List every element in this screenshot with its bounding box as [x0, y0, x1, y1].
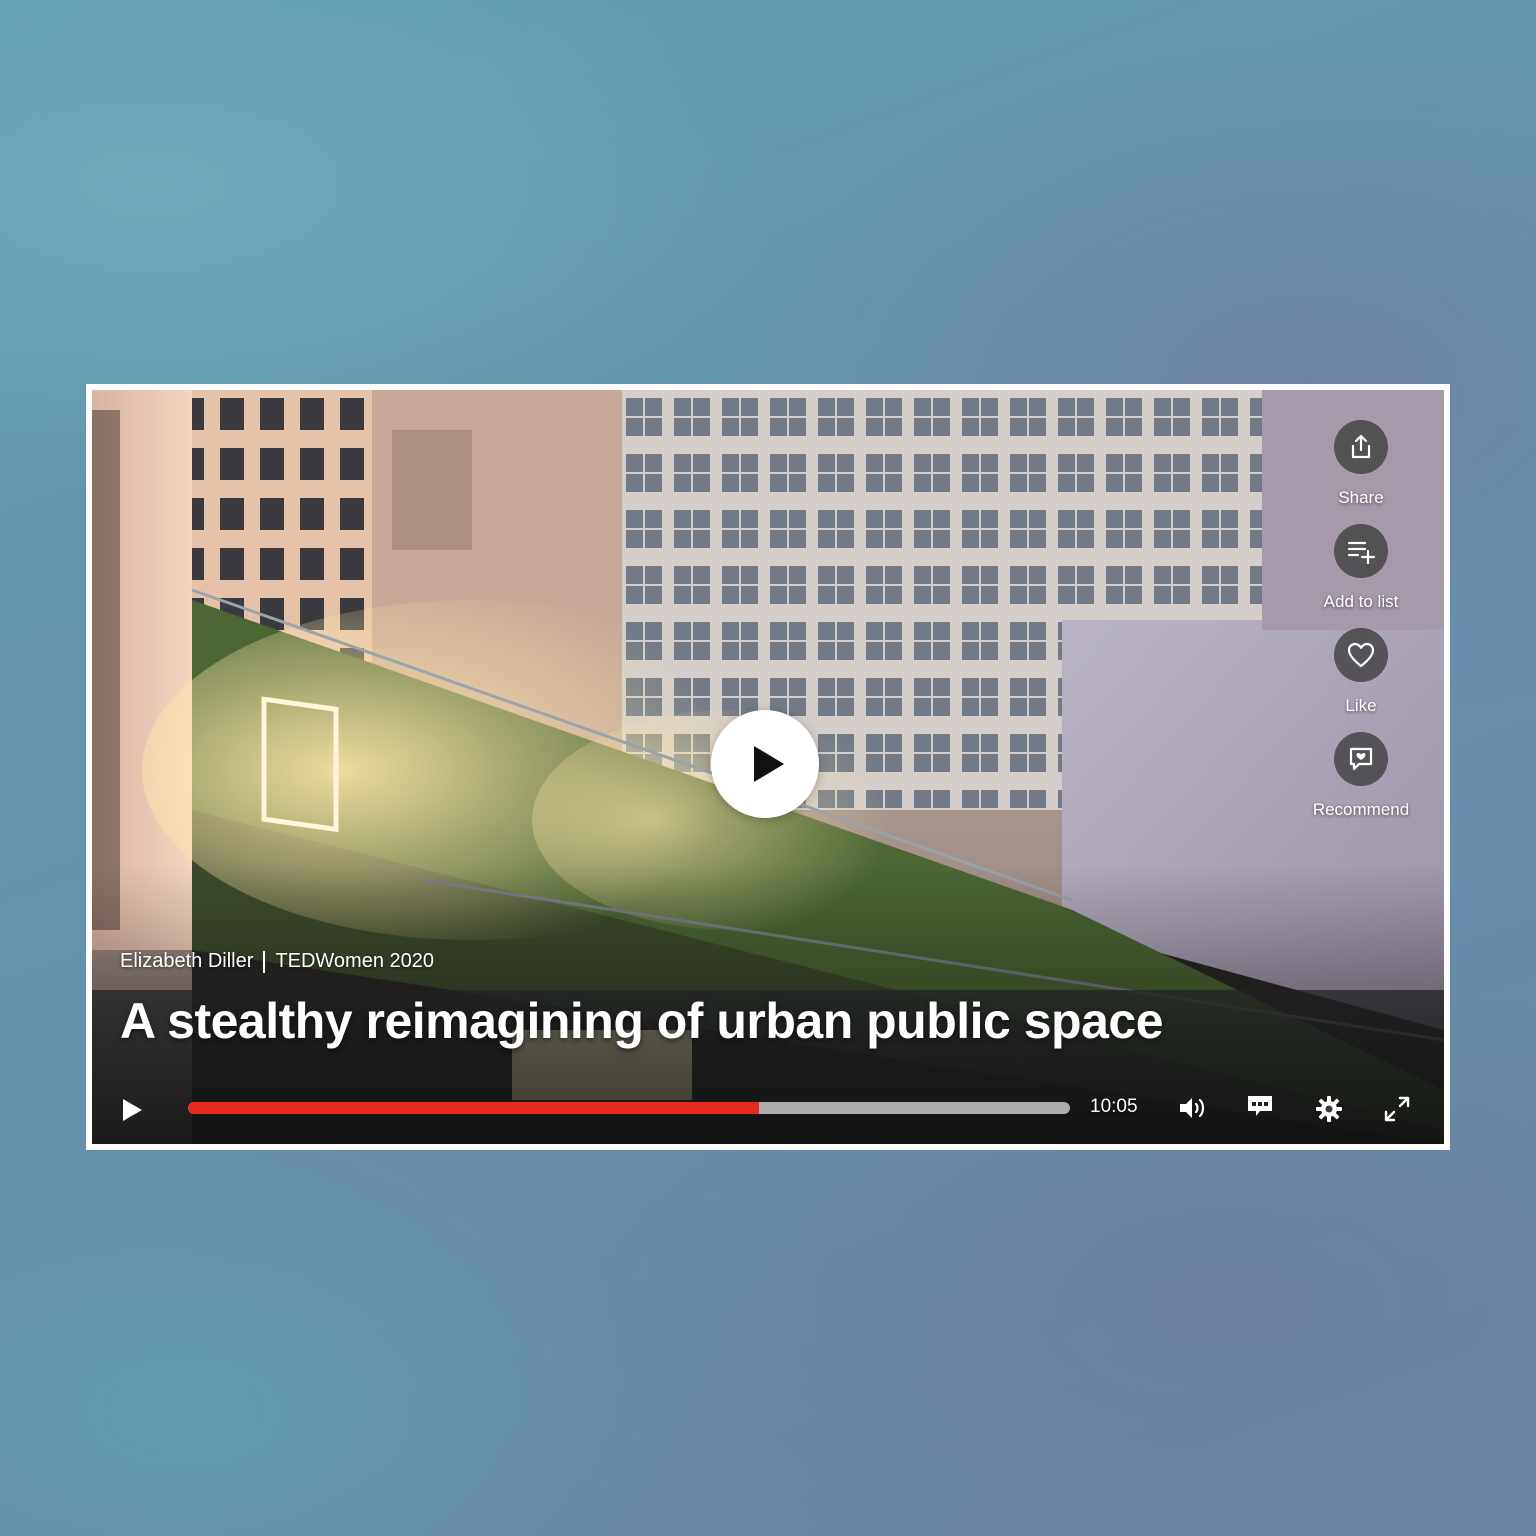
volume-button[interactable] [1174, 1092, 1210, 1124]
play-icon [123, 1099, 142, 1121]
fullscreen-button[interactable] [1380, 1092, 1414, 1126]
progress-bar[interactable] [188, 1102, 1070, 1114]
volume-icon [1180, 1098, 1205, 1118]
recommend-label: Recommend [1312, 800, 1410, 819]
play-button[interactable] [118, 1096, 146, 1124]
like-label: Like [1345, 696, 1377, 715]
add-to-list-label: Add to list [1323, 592, 1399, 611]
add-to-list-icon [1334, 524, 1388, 578]
share-button[interactable]: Share [1334, 420, 1388, 508]
share-icon [1334, 420, 1388, 474]
play-icon [754, 746, 784, 782]
talk-meta: Elizabeth Diller TEDWomen 2020 [120, 950, 434, 973]
recommend-button[interactable]: Recommend [1313, 732, 1409, 820]
video-title: A stealthy reimagining of urban public s… [120, 993, 1164, 1049]
event-name[interactable]: TEDWomen 2020 [275, 950, 434, 973]
speaker-name[interactable]: Elizabeth Diller [120, 950, 253, 973]
gear-icon [1316, 1096, 1342, 1122]
captions-icon [1248, 1096, 1272, 1116]
heart-icon [1334, 628, 1388, 682]
like-button[interactable]: Like [1334, 628, 1388, 716]
captions-button[interactable] [1242, 1090, 1278, 1122]
meta-divider [263, 950, 266, 973]
video-player[interactable]: Share Add to list Like Recommend Elizabe… [92, 390, 1444, 1144]
add-to-list-button[interactable]: Add to list [1323, 524, 1399, 612]
share-label: Share [1338, 488, 1384, 507]
recommend-icon [1334, 732, 1388, 786]
video-frame: Share Add to list Like Recommend Elizabe… [86, 384, 1450, 1150]
fullscreen-icon [1384, 1096, 1410, 1122]
side-actions: Share Add to list Like Recommend [1306, 420, 1416, 836]
duration-label: 10:05 [1090, 1096, 1138, 1117]
center-play-button[interactable] [711, 710, 819, 818]
settings-button[interactable] [1312, 1092, 1346, 1126]
player-controls: 10:05 [92, 1090, 1444, 1130]
progress-fill [188, 1102, 759, 1114]
